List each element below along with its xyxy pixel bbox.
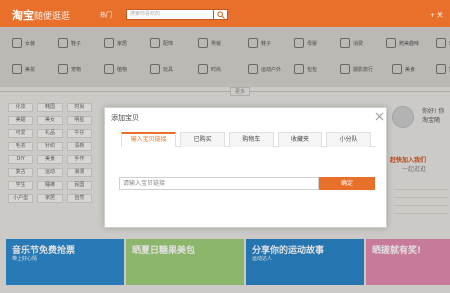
search-button[interactable] [214, 9, 228, 20]
page: 淘宝随便逛逛 热门 搜索你喜欢的 + 关 女装 鞋子 家居 配饰 男装 鞋子 母… [0, 0, 450, 293]
hot-link[interactable]: 热门 [100, 10, 112, 19]
logo-sub-text: 随便逛逛 [34, 12, 71, 22]
add-item-dialog: 添加宝贝 输入宝贝链接 已购买 购物车 收藏夹 小分队 请输入宝贝链接 确定 [104, 107, 387, 228]
tab-favorites[interactable]: 收藏夹 [277, 132, 323, 147]
close-button[interactable] [375, 112, 384, 121]
tab-link[interactable]: 输入宝贝链接 [121, 132, 177, 147]
search-input[interactable]: 搜索你喜欢的 [126, 9, 214, 20]
follow-button[interactable]: + 关 [430, 10, 443, 19]
site-logo[interactable]: 淘宝随便逛逛 [12, 7, 70, 23]
close-icon [375, 112, 384, 121]
tab-cart[interactable]: 购物车 [229, 132, 274, 147]
top-navbar: 淘宝随便逛逛 热门 搜索你喜欢的 + 关 [0, 0, 450, 27]
confirm-button[interactable]: 确定 [319, 177, 375, 190]
dialog-title: 添加宝贝 [111, 114, 139, 122]
tab-purchased[interactable]: 已购买 [180, 132, 225, 147]
item-link-input[interactable]: 请输入宝贝链接 [119, 177, 319, 190]
logo-main-text: 淘宝 [12, 9, 34, 22]
search-icon [217, 11, 225, 19]
tab-team[interactable]: 小分队 [326, 132, 372, 147]
dialog-tabs: 输入宝贝链接 已购买 购物车 收藏夹 小分队 [121, 132, 375, 147]
